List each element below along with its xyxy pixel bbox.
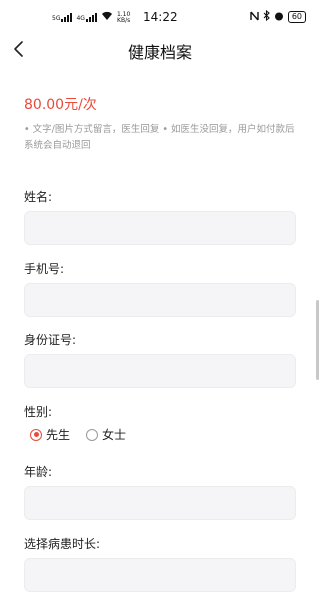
network-speed: 1.10 KB/s [116,10,131,24]
age-field[interactable] [24,486,296,520]
id-number-input[interactable] [25,355,295,387]
signal-5g-icon: 5G [52,13,73,22]
nfc-icon [250,11,259,24]
gender-option-female[interactable]: 女士 [86,426,126,443]
age-input[interactable] [25,487,295,519]
price-text: 80.00元/次 [24,97,97,113]
signal-4g-icon: 4G [76,13,97,22]
phone-field[interactable] [24,283,296,317]
gender-option-male[interactable]: 先生 [30,426,70,443]
wifi-icon [101,11,113,24]
name-field[interactable] [24,211,296,245]
phone-label: 手机号: [24,262,65,276]
name-label: 姓名: [24,190,53,204]
page-title: 健康档案 [127,43,192,62]
gender-radio-group: 先生 女士 [30,426,126,443]
duration-select[interactable] [24,558,296,592]
gender-option-label: 先生 [46,428,71,442]
age-label: 年龄: [24,465,53,479]
status-bar-left: 5G 4G 1.10 KB/s [52,11,130,24]
battery-icon: 60 [287,11,306,23]
name-input[interactable] [25,212,295,244]
gender-label: 性别: [24,405,53,419]
phone-input[interactable] [25,284,295,316]
status-bar-right: 60 [250,9,306,24]
bluetooth-icon [263,9,270,24]
alarm-icon [274,11,284,24]
scrollbar[interactable] [316,300,319,380]
id-number-field[interactable] [24,354,296,388]
radio-checked-icon [30,428,42,441]
id-number-label: 身份证号: [24,333,77,347]
gender-option-label: 女士 [102,428,127,442]
radio-unchecked-icon [86,428,99,441]
service-note: • 文字/图片方式留言，医生回复 • 如医生没回复，用户如付款后系统会自动退回 [24,124,295,151]
nav-bar: 健康档案 [0,36,320,64]
status-bar: 5G 4G 1.10 KB/s 14:22 60 [0,0,320,36]
status-time: 14:22 [143,10,178,24]
duration-label: 选择病患时长: [24,537,101,551]
